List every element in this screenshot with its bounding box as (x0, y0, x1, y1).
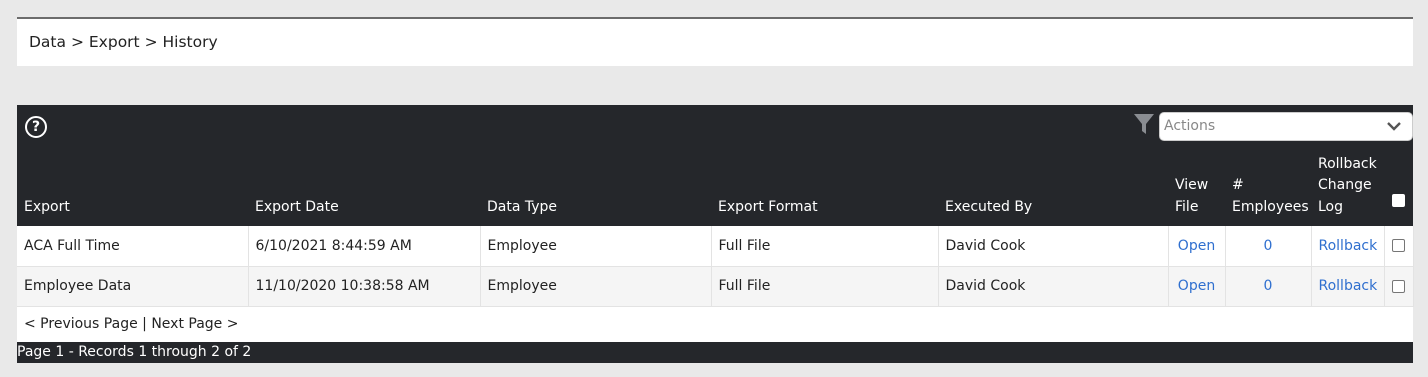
cell-export-date: 11/10/2020 10:38:58 AM (248, 266, 481, 307)
grid-toolbar: ? Actions (17, 105, 1413, 151)
table-header-row: Export Export Date Data Type Export Form… (17, 151, 1413, 226)
breadcrumb-item-export[interactable]: Export (89, 33, 140, 51)
select-all-checkbox[interactable] (1392, 193, 1405, 207)
col-select-all (1384, 151, 1413, 226)
col-export-date[interactable]: Export Date (248, 151, 480, 226)
employees-count-link[interactable]: 0 (1264, 278, 1273, 294)
cell-employees: 0 (1225, 266, 1312, 307)
cell-export-format: Full File (711, 226, 939, 267)
open-file-link[interactable]: Open (1178, 278, 1215, 294)
export-history-table: Export Export Date Data Type Export Form… (17, 151, 1414, 307)
pager-divider: | (142, 316, 147, 332)
cell-data-type: Employee (480, 266, 712, 307)
help-icon[interactable]: ? (25, 116, 47, 138)
open-file-link[interactable]: Open (1178, 238, 1215, 254)
breadcrumb-item-history: History (162, 33, 218, 51)
cell-export-format: Full File (711, 266, 939, 307)
col-executed-by[interactable]: Executed By (938, 151, 1168, 226)
col-employees: # Employees (1225, 151, 1311, 226)
row-checkbox[interactable] (1392, 239, 1405, 253)
pagination: < Previous Page | Next Page > (17, 307, 1413, 342)
breadcrumb-separator: > (144, 33, 158, 51)
col-data-type[interactable]: Data Type (480, 151, 711, 226)
col-export-format[interactable]: Export Format (711, 151, 938, 226)
employees-count-link[interactable]: 0 (1264, 238, 1273, 254)
rollback-link[interactable]: Rollback (1319, 278, 1378, 294)
breadcrumb-separator: > (70, 33, 84, 51)
cell-export: Employee Data (17, 266, 249, 307)
cell-select (1384, 266, 1414, 307)
breadcrumb-item-data[interactable]: Data (29, 33, 66, 51)
cell-select (1384, 226, 1414, 267)
cell-executed-by: David Cook (938, 266, 1169, 307)
export-history-panel: ? Actions Export Export Date Data Type E… (17, 105, 1414, 363)
cell-view-file: Open (1168, 266, 1226, 307)
cell-executed-by: David Cook (938, 226, 1169, 267)
col-rollback-change-log: Rollback Change Log (1311, 151, 1384, 226)
records-status: Page 1 - Records 1 through 2 of 2 (17, 342, 1413, 363)
table-row: ACA Full Time 6/10/2021 8:44:59 AM Emplo… (17, 226, 1414, 267)
chevron-down-icon (1387, 122, 1401, 131)
next-page-link[interactable]: Next Page > (151, 316, 238, 332)
row-checkbox[interactable] (1392, 279, 1405, 293)
table-row: Employee Data 11/10/2020 10:38:58 AM Emp… (17, 266, 1414, 307)
cell-employees: 0 (1225, 226, 1312, 267)
cell-view-file: Open (1168, 226, 1226, 267)
col-export[interactable]: Export (17, 151, 248, 226)
cell-data-type: Employee (480, 226, 712, 267)
previous-page-link[interactable]: < Previous Page (24, 316, 138, 332)
actions-placeholder: Actions (1164, 118, 1216, 134)
actions-dropdown[interactable]: Actions (1159, 112, 1413, 141)
cell-export: ACA Full Time (17, 226, 249, 267)
col-view-file: View File (1168, 151, 1225, 226)
breadcrumb: Data > Export > History (17, 19, 1413, 66)
rollback-link[interactable]: Rollback (1319, 238, 1378, 254)
cell-rollback: Rollback (1311, 266, 1385, 307)
cell-export-date: 6/10/2021 8:44:59 AM (248, 226, 481, 267)
cell-rollback: Rollback (1311, 226, 1385, 267)
filter-icon[interactable] (1133, 113, 1155, 135)
